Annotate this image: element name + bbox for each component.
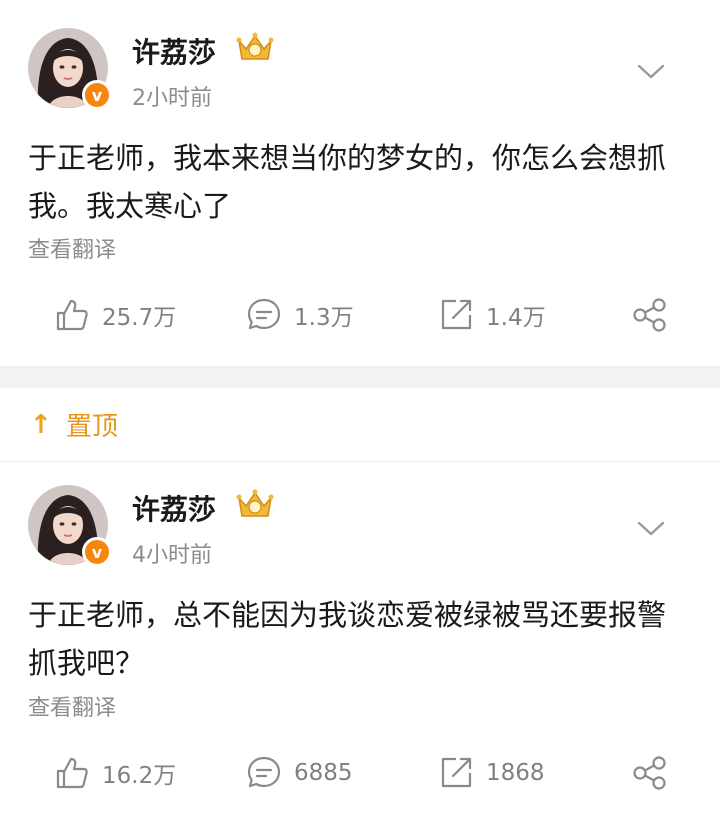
action-bar: 25.7万 1.3万 1.4万 (0, 290, 720, 340)
avatar[interactable]: v (28, 28, 112, 110)
comment-icon (247, 756, 281, 788)
repost-button[interactable]: 1868 (438, 748, 545, 798)
like-button[interactable]: 25.7万 (54, 290, 176, 340)
share-icon[interactable] (632, 756, 668, 790)
chevron-down-icon[interactable] (636, 62, 666, 82)
chevron-down-icon[interactable] (636, 519, 666, 539)
weibo-post: v 许荔莎 4小时前 于正老师，总不能因为我谈恋爱被绿被骂还要报警抓我吧？ 查看… (0, 462, 720, 828)
like-count: 25.7万 (102, 305, 177, 331)
post-text: 于正老师，我本来想当你的梦女的，你怎么会想抓我。我太寒心了 (28, 141, 667, 223)
like-count: 16.2万 (102, 763, 177, 789)
author-name[interactable]: 许荔莎 (132, 488, 216, 528)
comment-icon (247, 298, 281, 330)
like-icon (56, 757, 88, 789)
pinned-header: ↑ 置顶 (0, 388, 720, 462)
crown-badge-icon (236, 489, 274, 517)
up-arrow-icon: ↑ (30, 409, 52, 440)
post-text: 于正老师，总不能因为我谈恋爱被绿被骂还要报警抓我吧？ (28, 598, 667, 680)
verified-icon: v (82, 80, 112, 110)
repost-count: 1868 (486, 760, 545, 786)
repost-count: 1.4万 (486, 305, 546, 331)
post-time: 4小时前 (132, 543, 212, 568)
repost-icon (441, 299, 472, 330)
comment-count: 6885 (294, 760, 353, 786)
weibo-post: v 许荔莎 2小时前 于正老师，我本来想当你的梦女的，你怎么会想抓我。我太寒心了… (0, 0, 720, 366)
comment-button[interactable]: 1.3万 (246, 290, 354, 340)
repost-icon (441, 757, 472, 788)
verified-icon: v (82, 537, 112, 567)
translate-link[interactable]: 查看翻译 (28, 232, 116, 264)
post-time: 2小时前 (132, 86, 212, 111)
crown-badge-icon (236, 32, 274, 60)
share-icon[interactable] (632, 298, 668, 332)
author-name[interactable]: 许荔莎 (132, 31, 216, 71)
post-separator (0, 366, 720, 388)
translate-link[interactable]: 查看翻译 (28, 690, 116, 722)
action-bar: 16.2万 6885 1868 (0, 748, 720, 798)
like-button[interactable]: 16.2万 (54, 748, 176, 798)
repost-button[interactable]: 1.4万 (438, 290, 546, 340)
comment-button[interactable]: 6885 (246, 748, 353, 798)
like-icon (56, 299, 88, 331)
avatar[interactable]: v (28, 485, 112, 567)
comment-count: 1.3万 (294, 305, 354, 331)
pinned-label: 置顶 (66, 412, 119, 442)
